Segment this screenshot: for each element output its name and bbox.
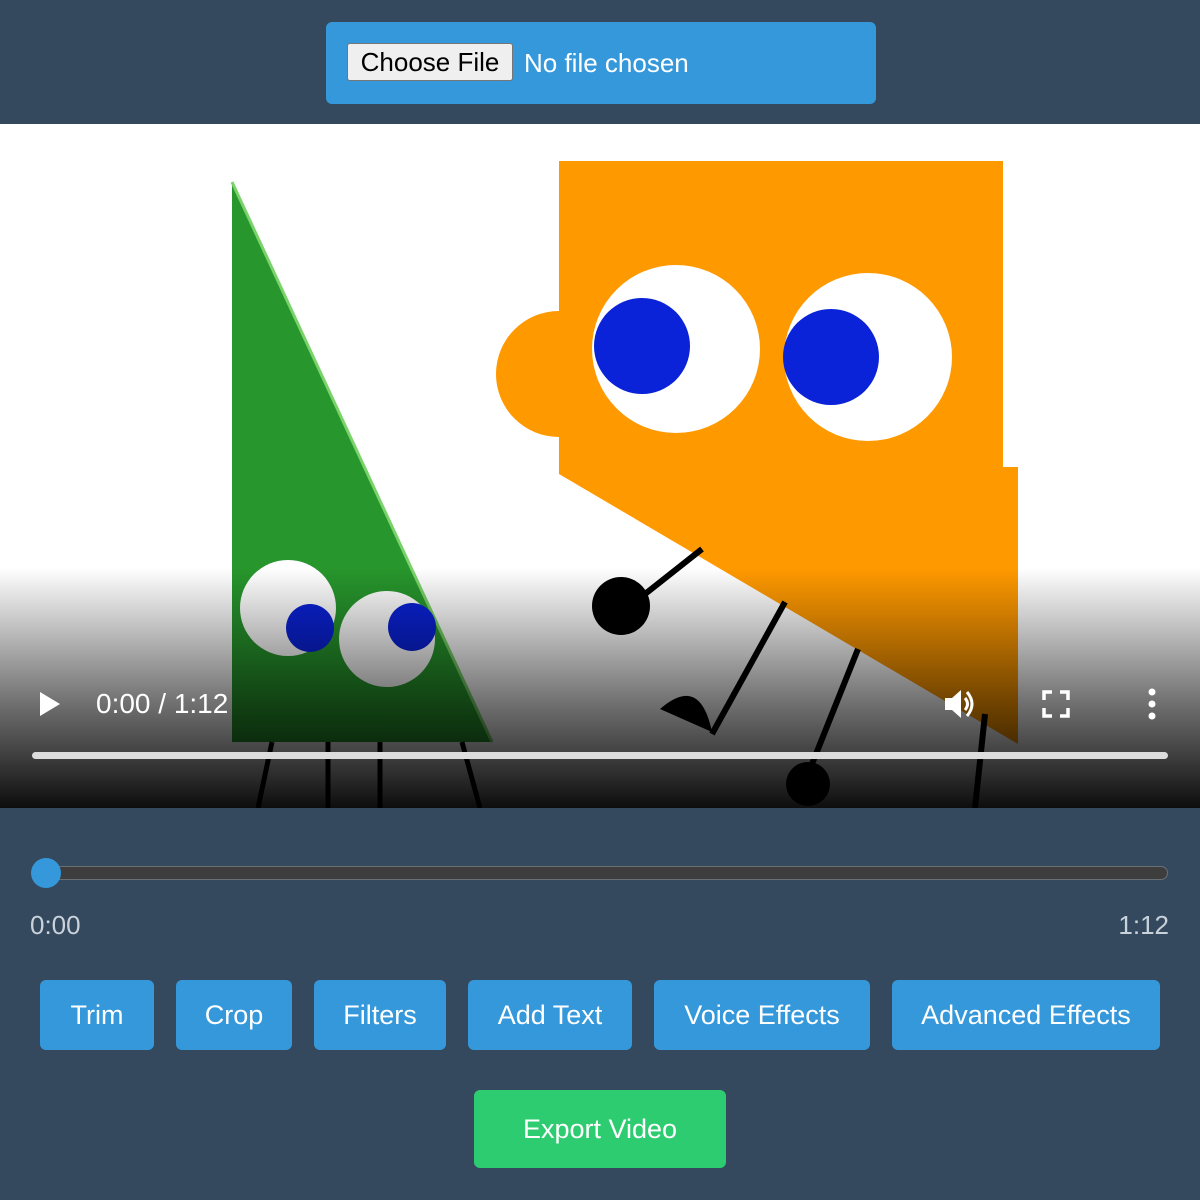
play-icon[interactable]: [36, 690, 62, 718]
voice-effects-button[interactable]: Voice Effects: [654, 980, 870, 1050]
volume-icon[interactable]: [942, 686, 978, 722]
add-text-button[interactable]: Add Text: [468, 980, 632, 1050]
timeline-slider-track[interactable]: [32, 866, 1168, 880]
timeline-slider-thumb[interactable]: [31, 858, 61, 888]
filters-button[interactable]: Filters: [314, 980, 446, 1050]
export-video-button[interactable]: Export Video: [474, 1090, 726, 1168]
timeline-start-time: 0:00: [30, 910, 81, 940]
file-input-bar: Choose File No file chosen: [326, 22, 876, 104]
choose-file-button[interactable]: Choose File: [347, 43, 513, 81]
crop-button[interactable]: Crop: [176, 980, 292, 1050]
more-vert-icon[interactable]: [1140, 686, 1164, 722]
video-player[interactable]: 0:00 / 1:12: [0, 124, 1200, 808]
time-display: 0:00 / 1:12: [96, 688, 229, 719]
video-progress-bar[interactable]: [32, 752, 1168, 759]
trim-button[interactable]: Trim: [40, 980, 154, 1050]
timeline-end-time: 1:12: [1118, 910, 1169, 940]
file-status-text: No file chosen: [524, 48, 689, 78]
advanced-effects-button[interactable]: Advanced Effects: [892, 980, 1160, 1050]
fullscreen-icon[interactable]: [1040, 688, 1072, 720]
